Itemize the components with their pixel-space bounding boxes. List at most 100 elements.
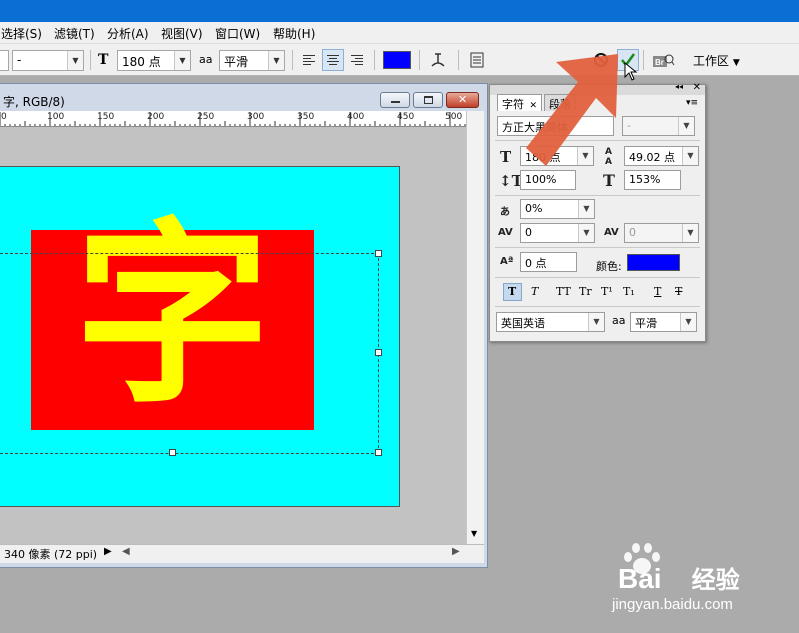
workspace-menu[interactable]: 工作区 ▼ bbox=[693, 52, 740, 69]
toolbar-divider bbox=[374, 50, 375, 70]
leading-value: 49.02 点 bbox=[629, 151, 675, 164]
warp-text-button[interactable] bbox=[427, 49, 449, 71]
watermark-logo-text: Bai bbox=[618, 563, 662, 594]
minimize-button[interactable] bbox=[380, 92, 410, 108]
ruler-label: 350 bbox=[297, 112, 315, 122]
font-style-select[interactable]: - ▼ bbox=[622, 116, 695, 136]
language-select[interactable]: 英国英语 ▼ bbox=[496, 312, 605, 332]
ruler-label: 200 bbox=[147, 112, 165, 122]
svg-text:Br: Br bbox=[655, 58, 664, 67]
text-layer-glyph[interactable]: 字 bbox=[31, 216, 314, 416]
text-color-swatch[interactable] bbox=[383, 51, 411, 69]
scroll-left-icon[interactable]: ◀ bbox=[122, 546, 130, 557]
kerning-value: 0 bbox=[525, 226, 532, 239]
panel-divider bbox=[495, 277, 700, 278]
font-family-combo-edge[interactable] bbox=[0, 50, 9, 71]
watermark-logo: Bai 经验 bbox=[618, 560, 740, 595]
align-left-button[interactable] bbox=[298, 49, 320, 71]
tsume-value: 0% bbox=[525, 202, 543, 215]
toolbar-divider bbox=[292, 50, 293, 70]
font-size-select[interactable]: 180 点 ▼ bbox=[117, 50, 191, 71]
chevron-down-icon: ▼ bbox=[588, 313, 604, 331]
faux-italic-button[interactable]: T bbox=[531, 285, 538, 298]
transform-handle[interactable] bbox=[375, 349, 382, 356]
panel-divider bbox=[495, 247, 700, 248]
tsume-input[interactable]: 0% ▼ bbox=[520, 199, 595, 219]
baseline-shift-input[interactable]: 0 点 bbox=[520, 252, 577, 272]
toolbar-divider bbox=[643, 50, 644, 70]
chevron-down-icon: ▼ bbox=[174, 51, 190, 70]
toggle-panels-button[interactable] bbox=[466, 49, 488, 71]
ruler-label: 250 bbox=[197, 112, 215, 122]
close-icon[interactable]: ✕ bbox=[693, 82, 701, 93]
align-center-button[interactable] bbox=[322, 49, 344, 71]
antialias-icon: aa bbox=[612, 314, 626, 327]
strikethrough-button[interactable]: T bbox=[675, 285, 682, 298]
panels-icon bbox=[470, 52, 484, 68]
vertical-scrollbar[interactable]: ▼ bbox=[466, 111, 484, 544]
underline-button[interactable]: T bbox=[654, 285, 661, 298]
scroll-down-icon[interactable]: ▼ bbox=[471, 529, 477, 538]
collapse-icon[interactable]: ◂◂ bbox=[675, 82, 683, 91]
toolbar-divider bbox=[458, 50, 459, 70]
antialias-select[interactable]: 平滑 ▼ bbox=[219, 50, 285, 71]
font-size-icon: T bbox=[98, 52, 109, 68]
transform-handle[interactable] bbox=[375, 250, 382, 257]
kerning-input[interactable]: 0 ▼ bbox=[520, 223, 595, 243]
app-titlebar bbox=[0, 0, 799, 22]
text-color-swatch[interactable] bbox=[627, 254, 680, 271]
close-icon: ✕ bbox=[458, 93, 468, 106]
panel-divider bbox=[495, 195, 700, 196]
menu-analysis[interactable]: 分析(A) bbox=[107, 25, 149, 42]
leading-input[interactable]: 49.02 点 ▼ bbox=[624, 146, 699, 166]
antialias-value: 平滑 bbox=[224, 55, 249, 69]
menu-window[interactable]: 窗口(W) bbox=[215, 25, 260, 42]
align-right-button[interactable] bbox=[346, 49, 368, 71]
antialias-icon: aa bbox=[199, 53, 213, 66]
tracking-icon: AV bbox=[604, 227, 619, 238]
transform-handle[interactable] bbox=[375, 449, 382, 456]
vertical-scale-value: 100% bbox=[525, 173, 557, 186]
status-menu-arrow-icon[interactable]: ▶ bbox=[104, 546, 112, 557]
ruler-label: 500 bbox=[445, 112, 463, 122]
menu-help[interactable]: 帮助(H) bbox=[273, 25, 315, 42]
menu-select[interactable]: 选择(S) bbox=[1, 25, 42, 42]
transform-handle[interactable] bbox=[169, 449, 176, 456]
chevron-down-icon: ▼ bbox=[578, 224, 594, 242]
horizontal-ruler: 0 100 150 200 250 300 350 400 450 500 bbox=[0, 111, 466, 127]
font-size-value: 180 点 bbox=[122, 55, 161, 69]
tracking-input[interactable]: 0 ▼ bbox=[624, 223, 699, 243]
menu-filter[interactable]: 滤镜(T) bbox=[54, 25, 95, 42]
warp-text-icon bbox=[431, 53, 445, 67]
chevron-down-icon: ▼ bbox=[680, 313, 696, 331]
bridge-button[interactable]: Br bbox=[650, 49, 676, 71]
menu-view[interactable]: 视图(V) bbox=[161, 25, 203, 42]
options-bar: - ▼ T 180 点 ▼ aa 平滑 ▼ Br 工作区 ▼ bbox=[0, 44, 799, 81]
tsume-icon: あ bbox=[500, 207, 510, 218]
faux-bold-button[interactable]: T bbox=[508, 285, 516, 298]
maximize-button[interactable] bbox=[413, 92, 443, 108]
tracking-value: 0 bbox=[629, 226, 636, 239]
chevron-down-icon: ▼ bbox=[578, 200, 594, 218]
subscript-button[interactable]: T₁ bbox=[623, 285, 635, 298]
ruler-label: 0 bbox=[1, 112, 7, 122]
horizontal-scale-input[interactable]: 153% bbox=[624, 170, 681, 190]
vertical-scale-input[interactable]: 100% bbox=[520, 170, 576, 190]
maximize-icon bbox=[424, 96, 433, 104]
chevron-down-icon: ▼ bbox=[67, 51, 83, 70]
annotation-arrow-icon bbox=[526, 54, 618, 166]
superscript-button[interactable]: T¹ bbox=[601, 285, 613, 298]
font-style-select[interactable]: - ▼ bbox=[12, 50, 84, 71]
small-caps-button[interactable]: Tr bbox=[579, 285, 592, 298]
all-caps-button[interactable]: TT bbox=[556, 285, 571, 298]
bounding-box-top bbox=[0, 253, 379, 254]
chevron-down-icon: ▼ bbox=[268, 51, 284, 70]
close-button[interactable]: ✕ bbox=[446, 92, 479, 108]
bridge-icon: Br bbox=[653, 54, 675, 67]
antialias-value: 平滑 bbox=[635, 317, 657, 330]
panel-menu-icon[interactable]: ▾≡ bbox=[686, 98, 698, 108]
scroll-right-icon[interactable]: ▶ bbox=[452, 546, 460, 557]
watermark-logo-suffix: 经验 bbox=[691, 567, 740, 594]
antialias-select[interactable]: 平滑 ▼ bbox=[630, 312, 697, 332]
workspace-label: 工作区 bbox=[693, 54, 730, 68]
